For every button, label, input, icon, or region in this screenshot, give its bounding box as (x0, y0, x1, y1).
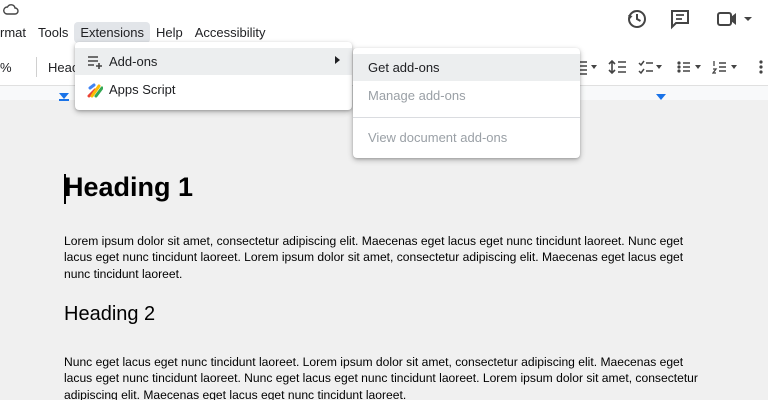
menu-item-manage-add-ons: Manage add-ons (353, 82, 580, 109)
menu-item-apps-script[interactable]: Apps Script (75, 76, 352, 103)
right-indent-marker[interactable] (656, 94, 666, 100)
menu-item-label: View document add-ons (368, 130, 508, 145)
history-icon[interactable] (626, 8, 648, 30)
add-ons-icon (88, 56, 102, 69)
menu-item-label: Add-ons (109, 54, 158, 69)
menu-item-label: Get add-ons (368, 60, 440, 75)
paragraph-1[interactable]: Lorem ipsum dolor sit amet, consectetur … (64, 233, 704, 282)
numbered-list-icon[interactable] (712, 59, 738, 75)
line-spacing-icon[interactable] (608, 59, 634, 75)
apps-script-icon (87, 83, 103, 98)
cloud-icon[interactable] (3, 3, 19, 15)
menu-item-add-ons[interactable]: Add-ons (75, 48, 352, 75)
style-select[interactable]: Heac (48, 60, 78, 75)
paragraph-2[interactable]: Nunc eget lacus eget nunc tincidunt laor… (64, 354, 704, 400)
top-bar: rmat Tools Extensions Help Accessibility (0, 0, 768, 48)
comment-icon[interactable] (669, 8, 691, 30)
menu-bar: rmat Tools Extensions Help Accessibility (0, 20, 272, 44)
bulleted-list-icon[interactable] (676, 59, 702, 75)
add-ons-submenu: Get add-ons Manage add-ons View document… (353, 48, 580, 158)
toolbar-divider (36, 57, 37, 77)
menu-item-get-add-ons[interactable]: Get add-ons (353, 54, 580, 81)
extensions-menu: Add-ons Apps Script (75, 42, 352, 110)
menu-item-label: Apps Script (109, 82, 176, 97)
submenu-arrow-icon (335, 56, 340, 64)
menu-item-label: Manage add-ons (368, 88, 466, 103)
more-options-icon[interactable] (754, 59, 768, 75)
menu-tools[interactable]: Tools (32, 22, 74, 43)
first-line-indent-marker[interactable] (59, 99, 69, 101)
zoom-select[interactable]: % (0, 60, 12, 75)
menu-help[interactable]: Help (150, 22, 189, 43)
menu-extensions[interactable]: Extensions (74, 21, 150, 43)
menu-item-view-document-add-ons: View document add-ons (353, 124, 580, 151)
heading-1[interactable]: Heading 1 (64, 172, 193, 203)
menu-accessibility[interactable]: Accessibility (189, 22, 272, 43)
video-camera-icon[interactable] (716, 8, 754, 30)
checklist-icon[interactable] (638, 59, 664, 75)
menu-format[interactable]: rmat (0, 22, 32, 43)
menu-divider (353, 117, 580, 118)
heading-2[interactable]: Heading 2 (64, 303, 155, 326)
